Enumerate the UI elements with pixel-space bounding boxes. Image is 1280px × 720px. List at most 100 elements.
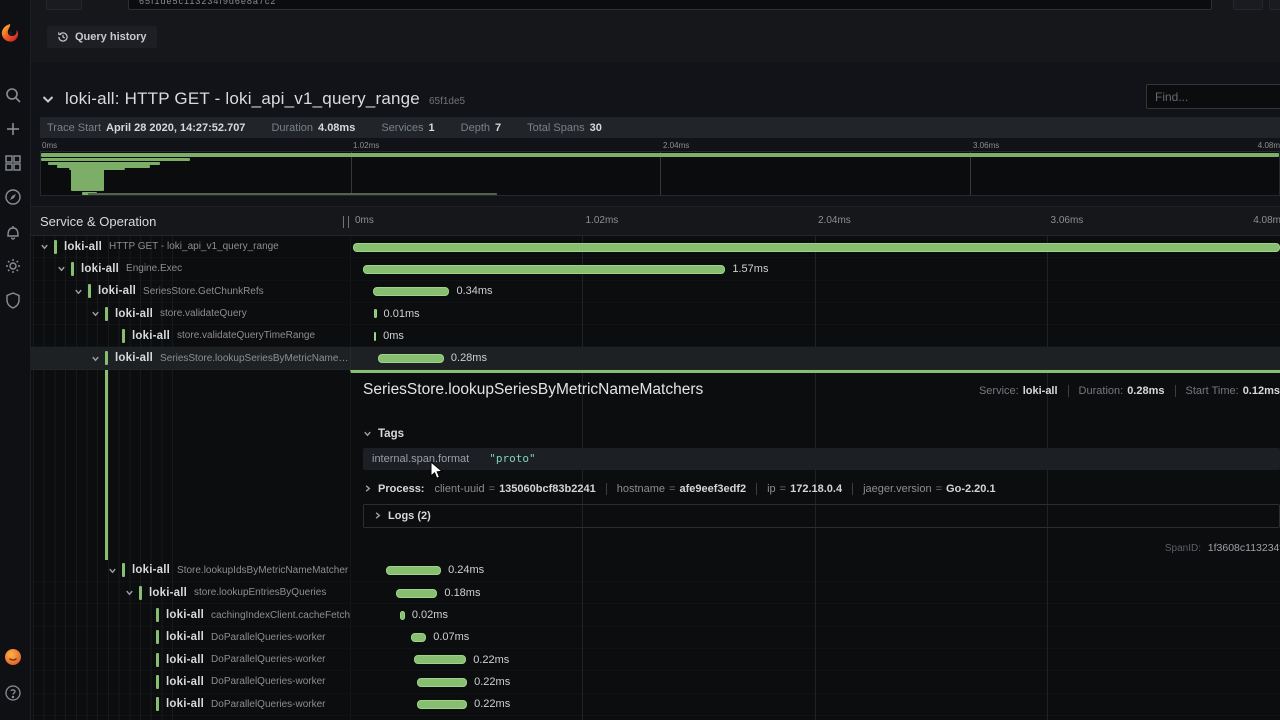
explore-compass-icon[interactable] [4,188,24,208]
span-row[interactable]: loki-all store.validateQuery 0.01ms [30,302,1280,325]
span-row[interactable]: loki-all Engine.Exec 1.57ms [30,258,1280,280]
span-row[interactable]: loki-all HTTP GET - loki_api_v1_query_ran… [30,236,1280,258]
admin-shield-icon[interactable] [4,291,24,311]
minimap-gridline [969,152,971,195]
span-bar-cell[interactable]: 0.18ms [350,582,1280,604]
span-duration-label: 0.07ms [433,631,470,644]
configuration-gear-icon[interactable] [4,257,24,277]
span-bar-cell[interactable]: 0.22ms [350,671,1280,693]
find-input[interactable]: Find... [1146,84,1280,109]
query-input-clipped[interactable]: 65f1de5c113234f9d6e8a7c2 [128,0,1212,10]
create-plus-icon[interactable] [4,120,24,140]
span-name-cell[interactable]: loki-all DoParallelQueries-worker [30,674,350,689]
span-row[interactable]: loki-allDoParallelQueries-worker0.22ms [30,715,1280,720]
span-bar-cell[interactable]: 0.22ms [350,693,1280,715]
span-row[interactable]: loki-all Store.lookupIdsByMetricNameMatch… [30,559,1280,582]
span-name-cell[interactable]: loki-all cachingIndexClient.cacheFetch [30,608,350,623]
toolbar-button-clipped-2[interactable] [1233,0,1263,10]
span-duration-label: 0.22ms [474,675,511,688]
dashboards-grid-icon[interactable] [4,154,24,174]
chevron-down-icon[interactable] [40,242,54,252]
detail-duration-value: 0.28ms [1127,384,1165,397]
trace-meta-item: Total Spans 30 [527,122,602,134]
span-row[interactable]: loki-all cachingIndexClient.cacheFetch 0.0… [30,604,1280,626]
alerting-bell-icon[interactable] [4,223,24,243]
span-bar-cell[interactable]: 0ms [350,325,1280,347]
span-bar-cell[interactable]: 0.28ms [350,347,1280,369]
span-duration-bar[interactable] [374,331,377,341]
chevron-down-icon[interactable] [57,264,71,274]
span-bar-cell[interactable]: 0.22ms [350,648,1280,671]
span-name-cell[interactable]: loki-all Store.lookupIdsByMetricNameMatch… [30,563,350,578]
span-row[interactable]: loki-allDoParallelQueries-worker0.22ms [30,693,1280,716]
tags-section-toggle[interactable]: Tags [363,428,1280,440]
toolbar-button-clipped[interactable] [46,0,82,10]
trace-collapse-chevron-icon[interactable] [40,91,56,107]
span-duration-bar[interactable] [414,655,467,665]
span-duration-bar[interactable] [416,700,468,710]
span-name-cell[interactable]: loki-all SeriesStore.GetChunkRefs [30,284,350,299]
span-duration-bar[interactable] [352,242,1280,252]
span-name-cell[interactable]: loki-all store.lookupEntriesByQueries [30,585,350,600]
span-duration-bar[interactable] [411,633,427,643]
span-name-cell[interactable]: loki-all store.validateQuery [30,306,350,321]
user-avatar[interactable] [4,648,24,668]
help-circle-icon[interactable] [4,684,24,704]
span-bar-cell[interactable]: 0.01ms [350,302,1280,325]
column-resize-handle[interactable] [343,216,349,228]
span-row[interactable]: loki-allDoParallelQueries-worker0.22ms [30,648,1280,671]
tag-value: "proto" [489,452,536,466]
span-service-name: loki-all [115,352,154,365]
chevron-down-icon[interactable] [91,353,105,363]
span-row[interactable]: loki-allDoParallelQueries-worker 0.22ms [30,671,1280,693]
chevron-down-icon[interactable] [91,309,105,319]
span-row[interactable]: loki-all store.validateQueryTimeRange 0ms [30,325,1280,347]
span-id-label: SpanID: [1164,542,1201,554]
time-tick-label: 3.06ms [973,141,1000,150]
tag-row[interactable]: internal.span.format "proto" [363,447,1280,470]
span-bar-cell[interactable]: 0.34ms [350,280,1280,302]
span-bar-cell[interactable]: 0.24ms [350,559,1280,582]
span-bar-cell[interactable]: 0.07ms [350,626,1280,648]
span-duration-bar[interactable] [395,588,438,598]
span-operation-name: DoParallelQueries-worker [211,631,326,643]
span-bar-cell[interactable]: 0.02ms [350,604,1280,626]
span-name-cell[interactable]: loki-all DoParallelQueries-worker [30,697,350,712]
toolbar-button-clipped-3[interactable] [1269,0,1280,10]
selected-span-accent-line [105,369,108,560]
span-name-cell[interactable]: loki-all store.validateQueryTimeRange [30,328,350,343]
span-duration-bar[interactable] [363,264,726,274]
span-row[interactable]: loki-all SeriesStore.lookupSeriesByMetric… [30,347,1280,370]
grafana-logo-icon[interactable] [0,22,24,48]
span-name-cell[interactable]: loki-all DoParallelQueries-worker [30,652,350,667]
span-name-cell[interactable]: loki-all SeriesStore.lookupSeriesByMetric… [30,351,350,366]
span-row[interactable]: loki-all DoParallelQueries-worker 0.07ms [30,626,1280,649]
span-bar-cell[interactable]: 1.57ms [350,258,1280,280]
chevron-down-icon[interactable] [74,286,88,296]
logs-section-toggle[interactable]: Logs (2) [363,503,1280,528]
span-name-cell[interactable]: loki-all Engine.Exec [30,261,350,276]
span-name-cell[interactable]: loki-all HTTP GET - loki_api_v1_query_ran… [30,239,350,254]
chevron-down-icon[interactable] [125,588,139,598]
span-id: SpanID: 1f3608c113234f9d [1165,542,1280,554]
span-duration-bar[interactable] [400,610,405,620]
trace-meta-item: Depth 7 [461,122,501,134]
time-tick-label: 2.04ms [818,215,851,226]
process-section-toggle[interactable]: Process: client-uuid = 135060bcf83b2241 hos… [363,482,1280,495]
span-bar-cell[interactable] [350,236,1280,258]
search-icon[interactable] [4,86,24,106]
span-name-cell[interactable]: loki-all DoParallelQueries-worker [30,630,350,645]
span-duration-bar[interactable] [373,287,450,297]
span-duration-bar[interactable] [416,677,468,687]
minimap-canvas[interactable] [40,151,1280,196]
span-duration-bar[interactable] [374,309,377,319]
query-history-button[interactable]: Query history [47,26,157,48]
chevron-down-icon[interactable] [108,565,122,575]
trace-minimap[interactable]: 0ms 1.02ms 2.04ms 3.06ms 4.08ms [40,141,1280,196]
span-row[interactable]: loki-all store.lookupEntriesByQueries 0.18… [30,582,1280,604]
span-duration-bar[interactable] [377,353,444,363]
span-service-name: loki-all [166,609,205,622]
span-duration-bar[interactable] [386,566,442,576]
span-row[interactable]: loki-all SeriesStore.GetChunkRefs 0.34ms [30,280,1280,303]
span-bar-cell[interactable]: 0.22ms [350,715,1280,720]
